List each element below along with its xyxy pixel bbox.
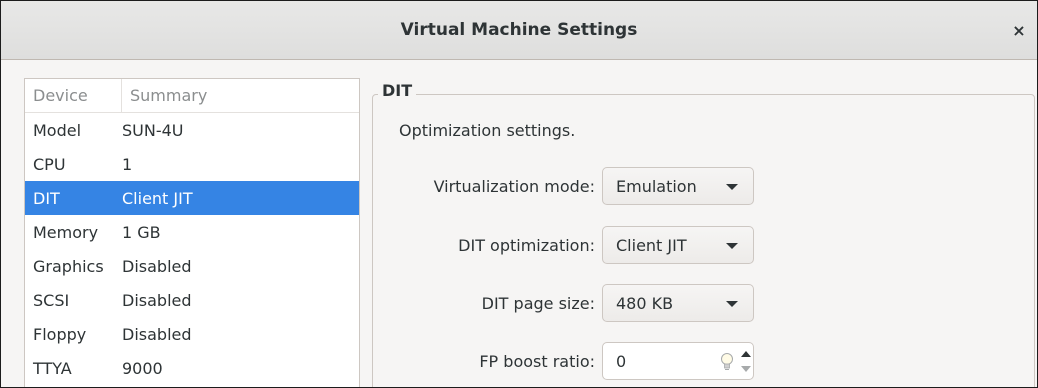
dit-optimization-label: DIT optimization:	[458, 236, 595, 255]
frame-title: DIT	[378, 81, 417, 100]
device-name: DIT	[33, 188, 60, 208]
spin-up-icon[interactable]	[741, 351, 751, 357]
device-name: Graphics	[33, 256, 104, 276]
device-row-scsi[interactable]: SCSI Disabled	[25, 283, 359, 317]
dit-optimization-value: Client JIT	[616, 235, 687, 255]
virtualization-mode-value: Emulation	[616, 176, 697, 196]
close-icon[interactable]: ×	[1009, 20, 1029, 40]
chevron-down-icon	[726, 301, 738, 307]
lightbulb-icon[interactable]	[719, 352, 735, 372]
dit-page-size-label: DIT page size:	[481, 294, 595, 313]
dit-page-size-dropdown[interactable]: 480 KB	[602, 284, 754, 322]
fp-boost-ratio-value: 0	[616, 351, 627, 371]
chevron-down-icon	[726, 184, 738, 190]
device-row-dit[interactable]: DIT Client JIT	[25, 181, 359, 215]
device-row-cpu[interactable]: CPU 1	[25, 147, 359, 181]
device-list-header: Device Summary	[25, 79, 359, 113]
device-row-ttya[interactable]: TTYA 9000	[25, 351, 359, 385]
device-summary: Disabled	[122, 256, 192, 276]
panel-description: Optimization settings.	[399, 121, 576, 140]
dit-page-size-value: 480 KB	[616, 293, 674, 313]
device-summary: 1	[122, 154, 133, 174]
device-row-floppy[interactable]: Floppy Disabled	[25, 317, 359, 351]
spin-down-icon[interactable]	[741, 366, 751, 372]
device-name: SCSI	[33, 290, 70, 310]
settings-window: Virtual Machine Settings × Device Summar…	[0, 0, 1038, 388]
title-bar: Virtual Machine Settings ×	[1, 1, 1037, 60]
device-name: Memory	[33, 222, 99, 242]
dit-optimization-dropdown[interactable]: Client JIT	[602, 226, 754, 264]
device-row-model[interactable]: Model SUN-4U	[25, 113, 359, 147]
device-summary: 1 GB	[122, 222, 161, 242]
window-title: Virtual Machine Settings	[400, 20, 638, 40]
chevron-down-icon	[726, 243, 738, 249]
device-name: CPU	[33, 154, 66, 174]
device-summary: 9000	[122, 358, 163, 378]
fp-boost-ratio-spinbutton[interactable]: 0	[602, 342, 754, 380]
column-header-summary[interactable]: Summary	[122, 79, 207, 112]
device-name: TTYA	[33, 358, 72, 378]
device-row-graphics[interactable]: Graphics Disabled	[25, 249, 359, 283]
device-summary: Client JIT	[122, 188, 193, 208]
device-summary: Disabled	[122, 324, 192, 344]
fp-boost-ratio-label: FP boost ratio:	[479, 352, 595, 371]
device-name: Floppy	[33, 324, 87, 344]
virtualization-mode-label: Virtualization mode:	[433, 177, 595, 196]
column-header-device[interactable]: Device	[25, 79, 122, 112]
device-row-memory[interactable]: Memory 1 GB	[25, 215, 359, 249]
device-summary: Disabled	[122, 290, 192, 310]
device-summary: SUN-4U	[122, 120, 184, 140]
device-name: Model	[33, 120, 82, 140]
device-list: Device Summary Model SUN-4U CPU 1 DIT Cl…	[24, 78, 360, 387]
virtualization-mode-dropdown[interactable]: Emulation	[602, 167, 754, 205]
